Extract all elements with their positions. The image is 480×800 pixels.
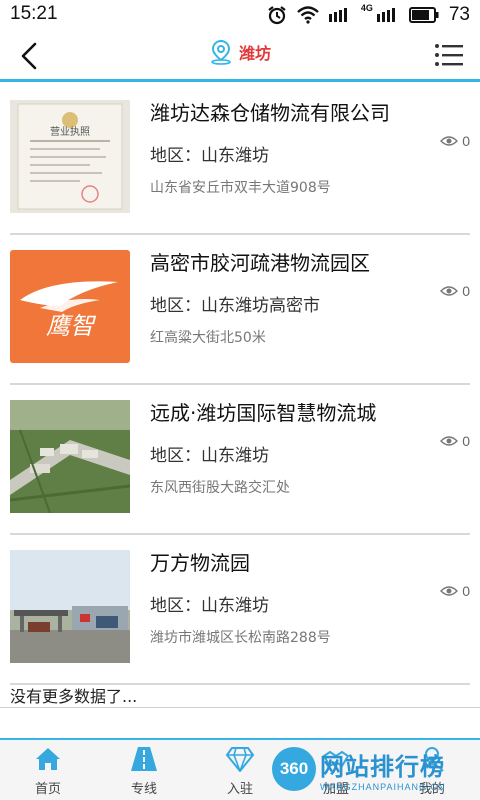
divider bbox=[0, 707, 480, 708]
logistics-gate-image bbox=[10, 550, 130, 663]
watermark: 360 网站排行榜 WANGZHANPAIHANG.CN bbox=[272, 740, 472, 798]
location-pin-icon bbox=[211, 39, 231, 65]
eye-icon bbox=[440, 286, 459, 296]
view-count: 0 bbox=[440, 433, 470, 449]
tab-label: 首页 bbox=[34, 782, 61, 797]
alarm-icon bbox=[268, 6, 286, 25]
page-title: 潍坊 bbox=[238, 44, 272, 63]
tab-home[interactable]: 首页 bbox=[0, 740, 96, 800]
item-title: 潍坊达森仓储物流有限公司 bbox=[150, 101, 390, 125]
business-license-image: 营业执照 bbox=[10, 100, 130, 213]
list-menu-icon[interactable] bbox=[434, 42, 464, 68]
item-address: 潍坊市潍城区长松南路288号 bbox=[150, 630, 331, 646]
aerial-park-rendering bbox=[10, 400, 130, 513]
list-item[interactable]: 营业执照 潍坊达森仓储物流有限公司 地区：山东潍坊 山东省安丘市双丰大道908号… bbox=[10, 85, 470, 235]
diamond-icon bbox=[226, 747, 254, 772]
watermark-badge: 360 bbox=[272, 747, 316, 791]
item-address: 山东省安丘市双丰大道908号 bbox=[150, 180, 331, 196]
item-title: 万方物流园 bbox=[150, 551, 250, 575]
network-type: 4G bbox=[360, 3, 373, 13]
location-selector[interactable]: 潍坊 bbox=[209, 39, 271, 65]
view-count: 0 bbox=[440, 583, 470, 599]
signal-icon bbox=[328, 8, 347, 22]
watermark-subtitle: WANGZHANPAIHANG.CN bbox=[320, 781, 446, 792]
list-item[interactable]: 万方物流园 地区：山东潍坊 潍坊市潍城区长松南路288号 0 bbox=[10, 535, 470, 685]
view-count-value: 0 bbox=[462, 133, 470, 149]
status-time: 15:21 bbox=[10, 3, 58, 24]
view-count-value: 0 bbox=[462, 283, 470, 299]
list-item[interactable]: 远成·潍坊国际智慧物流城 地区：山东潍坊 东风西街股大路交汇处 0 bbox=[10, 385, 470, 535]
aerial-park-image bbox=[10, 400, 130, 513]
watermark-title: 网站排行榜 bbox=[320, 752, 445, 781]
item-address: 东风西街股大路交汇处 bbox=[150, 480, 290, 496]
item-region: 地区：山东潍坊高密市 bbox=[150, 296, 320, 316]
wifi-icon bbox=[297, 6, 319, 24]
eagle-logo-image: 鹰智 bbox=[10, 250, 130, 363]
eye-icon bbox=[440, 436, 459, 446]
status-bar: 15:21 4G 73 bbox=[0, 0, 480, 30]
view-count: 0 bbox=[440, 283, 470, 299]
item-title: 远成·潍坊国际智慧物流城 bbox=[150, 401, 377, 425]
tab-label: 入驻 bbox=[226, 782, 253, 797]
home-icon bbox=[36, 748, 60, 770]
view-count: 0 bbox=[440, 133, 470, 149]
battery-level: 73 bbox=[448, 4, 470, 25]
eye-icon bbox=[440, 136, 459, 146]
view-count-value: 0 bbox=[462, 433, 470, 449]
tab-label: 专线 bbox=[130, 782, 157, 797]
license-heading: 营业执照 bbox=[50, 125, 90, 138]
eagle-logo: 鹰智 bbox=[20, 281, 118, 340]
road-icon bbox=[131, 747, 157, 771]
item-region: 地区：山东潍坊 bbox=[150, 596, 269, 616]
item-region: 地区：山东潍坊 bbox=[150, 446, 269, 466]
back-arrow-icon[interactable] bbox=[14, 40, 46, 72]
no-more-data-text: 没有更多数据了... bbox=[10, 687, 138, 706]
item-title: 高密市胶河疏港物流园区 bbox=[150, 251, 370, 275]
view-count-value: 0 bbox=[462, 583, 470, 599]
logo-text: 鹰智 bbox=[46, 312, 97, 340]
item-region: 地区：山东潍坊 bbox=[150, 146, 269, 166]
logistics-gate-photo bbox=[10, 550, 130, 663]
item-address: 红高粱大街北50米 bbox=[150, 330, 266, 346]
logistics-list: 营业执照 潍坊达森仓储物流有限公司 地区：山东潍坊 山东省安丘市双丰大道908号… bbox=[0, 85, 480, 685]
eye-icon bbox=[440, 586, 459, 596]
signal-4g-icon bbox=[376, 8, 395, 22]
watermark-texts: 网站排行榜 WANGZHANPAIHANG.CN bbox=[320, 747, 446, 792]
tab-route[interactable]: 专线 bbox=[96, 740, 192, 800]
status-icons: 4G 73 bbox=[267, 3, 470, 26]
business-license-photo: 营业执照 bbox=[17, 103, 123, 210]
battery-icon bbox=[408, 7, 439, 23]
nav-bar: 潍坊 bbox=[0, 30, 480, 82]
list-item[interactable]: 鹰智 高密市胶河疏港物流园区 地区：山东潍坊高密市 红高粱大街北50米 0 bbox=[10, 235, 470, 385]
